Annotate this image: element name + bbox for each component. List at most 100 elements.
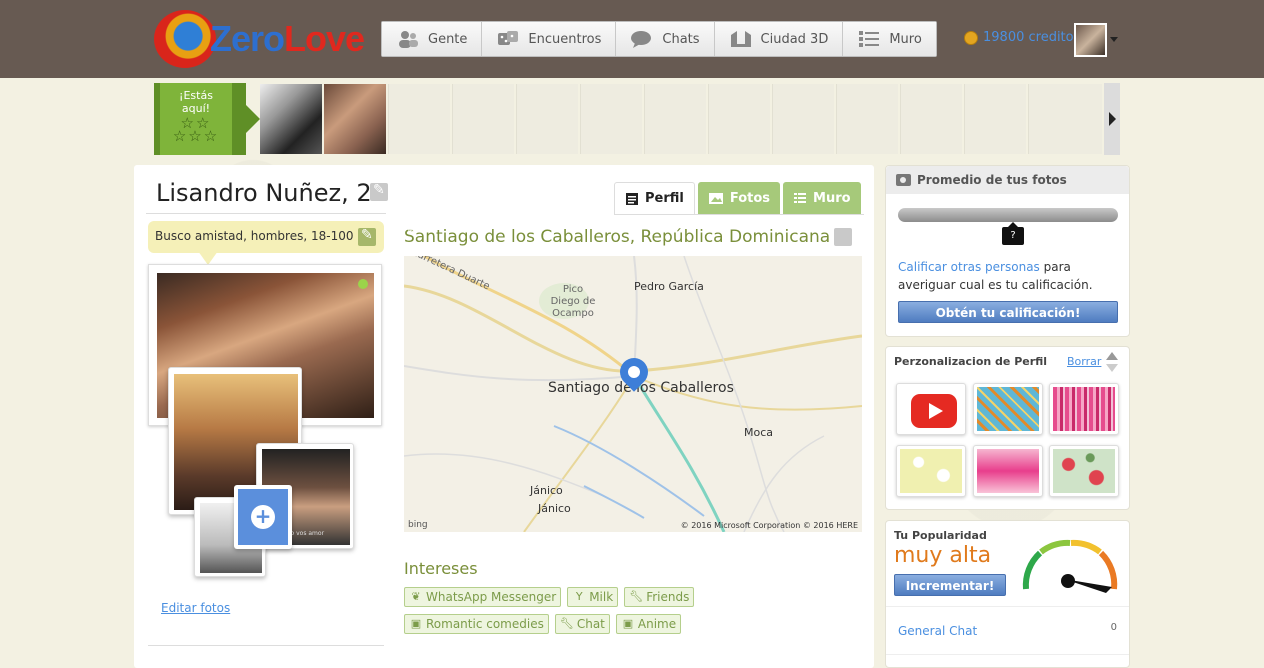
camera-icon [896, 174, 911, 186]
tv-icon: ▣ [410, 617, 422, 630]
divider [148, 645, 384, 646]
user-avatar[interactable] [1074, 23, 1107, 57]
dice-icon [498, 31, 519, 45]
profile-panel: Lisandro Nuñez, 22 Perfil Fotos Muro Bus… [134, 165, 874, 668]
map-peak-label: Pico Diego de Ocampo [550, 284, 596, 319]
bing-logo: bing [408, 520, 428, 530]
add-photo-button[interactable]: + [234, 485, 292, 549]
location-map[interactable]: Carretera Duarte Pico Diego de Ocampo Pe… [404, 256, 862, 532]
zerolove-logo[interactable]: ZeroLove [154, 8, 365, 70]
logo-ball-icon [154, 10, 216, 68]
scroll-arrows[interactable] [1105, 352, 1119, 376]
strip-empty-slot [836, 84, 898, 154]
strip-empty-slot [772, 84, 834, 154]
tab-muro[interactable]: Muro [783, 182, 861, 214]
divider [614, 214, 864, 215]
nav-muro[interactable]: Muro [843, 22, 936, 56]
strip-empty-slot [900, 84, 962, 154]
city-icon [730, 31, 751, 47]
document-icon [626, 192, 638, 205]
get-rating-button[interactable]: Obtén tu calificación! [898, 301, 1118, 323]
nav-gente[interactable]: Gente [382, 22, 483, 56]
interest-tag[interactable]: ▣ Anime [615, 614, 682, 634]
strip-user-photo[interactable] [324, 84, 386, 154]
strip-empty-slot [388, 84, 450, 154]
theme-swatch[interactable] [973, 383, 1043, 435]
map-town-label: Jánico [530, 484, 563, 497]
interest-tag-label: Romantic comedies [426, 617, 544, 631]
strip-empty-slot [580, 84, 642, 154]
nav-chats[interactable]: Chats [616, 22, 715, 56]
arrow-up-icon[interactable] [1106, 352, 1118, 360]
strip-empty-slot [516, 84, 578, 154]
theme-swatch[interactable] [1049, 445, 1119, 497]
strip-user-photo[interactable] [260, 84, 322, 154]
strip-empty-slot [644, 84, 706, 154]
customization-title: Perzonalizacion de Perfil [894, 355, 1048, 368]
credits-label: 19800 creditos [983, 30, 1081, 45]
top-bar: ZeroLove Gente Encuentros Chats Ciudad 3… [0, 0, 1264, 78]
map-town-label: Pedro García [634, 280, 704, 293]
add-photo-tile: + [238, 489, 288, 545]
map-copyright: © 2016 Microsoft Corporation © 2016 HERE [680, 521, 858, 530]
swatch-fill [1053, 449, 1115, 493]
youtube-icon [911, 394, 957, 428]
swatch-fill [977, 387, 1039, 431]
arrow-down-icon[interactable] [1106, 364, 1118, 372]
nav-ciudad3d-label: Ciudad 3D [760, 31, 829, 47]
here-label-1: ¡Estás [179, 89, 213, 102]
strip-next-arrow-icon[interactable] [1104, 83, 1120, 155]
general-chat-row[interactable]: General Chat 0 [886, 606, 1129, 654]
photo-rating-header: Promedio de tus fotos [886, 166, 1129, 194]
tab-perfil[interactable]: Perfil [614, 182, 695, 214]
nav-ciudad3d[interactable]: Ciudad 3D [714, 22, 844, 56]
strip-empty-slot [452, 84, 514, 154]
popularity-card: Tu Popularidad muy alta Incrementar! Gen… [885, 520, 1130, 668]
interest-tag[interactable]: 🔧︎ Friends [624, 587, 695, 607]
tv-icon: ▣ [622, 617, 634, 630]
you-are-here-badge: ¡Estás aquí! ☆☆ ☆☆☆ [160, 83, 232, 155]
theme-swatch[interactable] [1049, 383, 1119, 435]
main-nav: Gente Encuentros Chats Ciudad 3D Muro [381, 21, 937, 57]
swatch-fill [1053, 387, 1115, 431]
tab-perfil-label: Perfil [645, 191, 684, 206]
leaf-icon: ❦ [411, 590, 421, 603]
list-icon [859, 31, 880, 47]
interest-tag-label: Anime [637, 617, 677, 631]
credits-link[interactable]: 19800 creditos [964, 30, 1080, 45]
interest-tag[interactable]: ▣ Romantic comedies [404, 614, 549, 634]
edit-location-icon[interactable] [834, 228, 853, 246]
photo-rating-title: Promedio de tus fotos [917, 173, 1067, 187]
tab-fotos[interactable]: Fotos [697, 182, 781, 214]
profile-tabs: Perfil Fotos Muro [614, 182, 861, 214]
general-chat-label: General Chat [898, 624, 978, 638]
theme-swatch[interactable] [973, 445, 1043, 497]
strip-empty-slot [708, 84, 770, 154]
looking-for-text: Busco amistad, hombres, 18-100 [155, 229, 354, 243]
general-chat-count: 0 [1110, 622, 1117, 633]
swatch-fill [900, 449, 962, 493]
edit-looking-for-icon[interactable] [358, 227, 376, 246]
interest-tag[interactable]: ❦ WhatsApp Messenger [404, 587, 562, 607]
interest-tag[interactable]: 🔧︎ Chat [554, 614, 610, 634]
you-are-here-tab[interactable]: ¡Estás aquí! ☆☆ ☆☆☆ [154, 83, 260, 155]
chat-bubble-icon [631, 31, 652, 48]
edit-name-icon[interactable] [370, 182, 388, 201]
divider [146, 213, 386, 214]
clear-customization-link[interactable]: Borrar [1067, 355, 1101, 368]
map-town-label: Moca [744, 426, 774, 439]
swatch-fill [977, 449, 1039, 493]
increase-popularity-button[interactable]: Incrementar! [894, 574, 1006, 596]
interests-title: Intereses [404, 559, 478, 578]
chevron-down-icon[interactable] [1110, 37, 1118, 42]
rate-description: Calificar otras personas para averiguar … [898, 258, 1118, 294]
interest-tag[interactable]: Y Milk [567, 587, 619, 607]
interest-tag-label: Milk [589, 590, 614, 604]
nav-encuentros[interactable]: Encuentros [482, 22, 617, 56]
theme-youtube[interactable] [896, 383, 966, 435]
rate-others-link[interactable]: Calificar otras personas [898, 260, 1040, 274]
photo-caption: yo vos amor [287, 530, 325, 537]
edit-photos-link[interactable]: Editar fotos [161, 601, 230, 615]
theme-swatch[interactable] [896, 445, 966, 497]
strip-empty-slot [964, 84, 1026, 154]
